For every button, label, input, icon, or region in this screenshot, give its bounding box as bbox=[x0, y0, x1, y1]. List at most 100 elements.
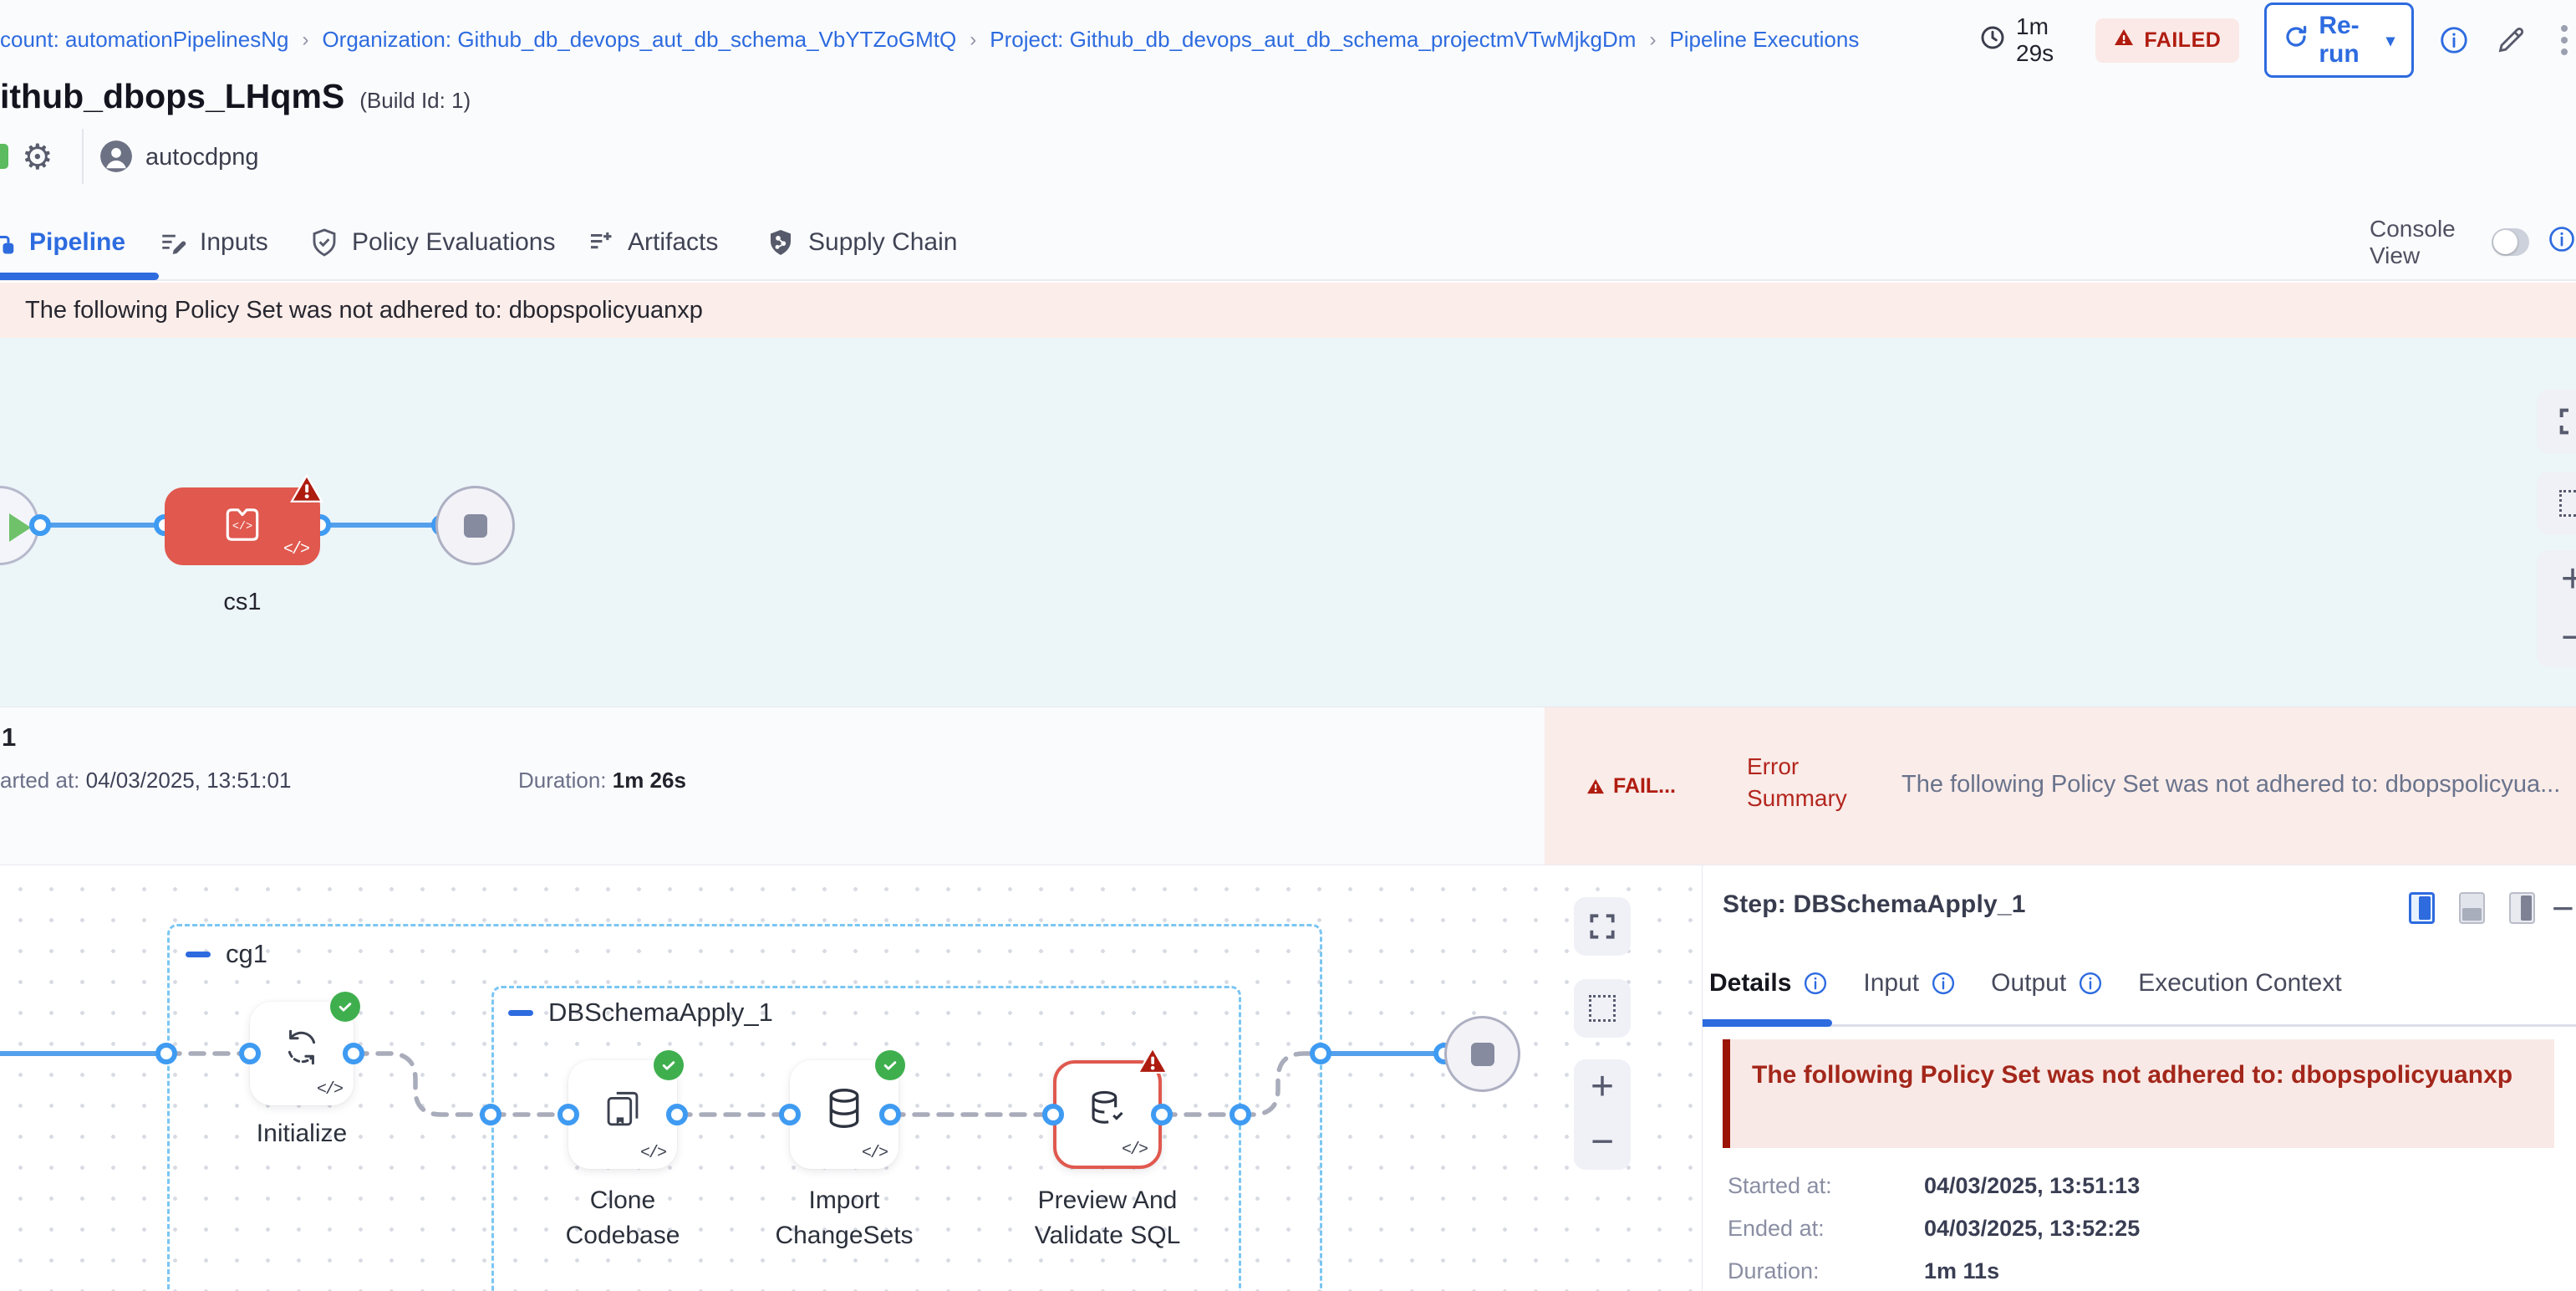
zoom-out-button[interactable]: − bbox=[2561, 618, 2576, 658]
panel-layout-switcher bbox=[2409, 892, 2535, 924]
info-icon[interactable] bbox=[1803, 971, 1828, 996]
stage-started-at: arted at: 04/03/2025, 13:51:01 bbox=[0, 768, 291, 793]
step-details-panel: Step: DBSchemaApply_1 − Details Input Ou… bbox=[1703, 865, 2576, 1291]
clone-codebase-icon bbox=[598, 1084, 647, 1136]
step-node-clone-codebase[interactable]: </> bbox=[568, 1060, 677, 1169]
field-started-at-value: 04/03/2025, 13:51:13 bbox=[1924, 1173, 2140, 1199]
step-graph-canvas[interactable]: cg1 DBSchemaApply_1 </> bbox=[0, 865, 1703, 1291]
build-id: (Build Id: 1) bbox=[359, 88, 471, 114]
gear-icon[interactable]: ⚙ bbox=[22, 134, 53, 181]
step-group-dbschemaapply-header: DBSchemaApply_1 bbox=[508, 998, 773, 1028]
active-tab-indicator bbox=[0, 273, 159, 280]
layout-sidebar-icon[interactable] bbox=[2509, 892, 2535, 924]
clock-icon bbox=[1979, 24, 2006, 57]
tab-pipeline[interactable]: Pipeline bbox=[0, 205, 125, 279]
stage-graph-canvas[interactable]: </> </> cs1 + − bbox=[0, 338, 2576, 707]
console-view-toggle[interactable] bbox=[2492, 228, 2529, 256]
tab-supply-chain-label: Supply Chain bbox=[808, 228, 957, 257]
code-glyph: </> bbox=[317, 1080, 342, 1100]
tab-output[interactable]: Output bbox=[1991, 969, 2103, 998]
stop-icon bbox=[464, 514, 487, 538]
step-group-dbschemaapply-label[interactable]: DBSchemaApply_1 bbox=[548, 998, 773, 1028]
database-icon bbox=[820, 1084, 868, 1136]
tab-inputs[interactable]: Inputs bbox=[159, 205, 268, 279]
info-icon[interactable] bbox=[2439, 25, 2469, 55]
step-node-initialize[interactable]: </> bbox=[250, 1002, 354, 1105]
node-port bbox=[879, 1104, 901, 1125]
tab-output-label: Output bbox=[1991, 969, 2066, 998]
user-avatar bbox=[100, 140, 132, 172]
fullscreen-icon bbox=[2556, 405, 2576, 438]
app-header: count: automationPipelinesNg › Organizat… bbox=[0, 0, 2576, 281]
collapse-icon[interactable] bbox=[508, 1010, 533, 1016]
divider bbox=[82, 129, 84, 184]
failure-badge-icon bbox=[1137, 1047, 1168, 1079]
info-icon[interactable] bbox=[1931, 971, 1956, 996]
tab-supply-chain[interactable]: Supply Chain bbox=[766, 205, 957, 279]
code-glyph: </> bbox=[1122, 1140, 1147, 1160]
tab-execution-context[interactable]: Execution Context bbox=[2138, 969, 2341, 998]
step-group-cg1-label[interactable]: cg1 bbox=[226, 939, 267, 969]
stage-node-cs1[interactable]: </> </> bbox=[165, 487, 320, 565]
info-icon[interactable] bbox=[2078, 971, 2103, 996]
breadcrumb-organization[interactable]: Organization: Github_db_devops_aut_db_sc… bbox=[322, 27, 956, 53]
minimize-panel-button[interactable]: − bbox=[2552, 885, 2574, 931]
zoom-in-button[interactable]: + bbox=[1591, 1067, 1614, 1107]
node-port bbox=[155, 1043, 177, 1064]
info-icon[interactable] bbox=[2548, 225, 2576, 259]
custom-stage-icon: </> bbox=[221, 503, 263, 549]
tab-pipeline-label: Pipeline bbox=[29, 228, 125, 257]
error-summary-label: Error Summary bbox=[1747, 751, 1872, 814]
tab-policy-evaluations-label: Policy Evaluations bbox=[352, 228, 555, 257]
step-node-preview-validate-sql[interactable]: </> bbox=[1053, 1060, 1162, 1169]
status-badge-label: FAILED bbox=[2144, 28, 2221, 53]
more-options-icon[interactable] bbox=[2553, 22, 2576, 59]
field-ended-at-value: 04/03/2025, 13:52:25 bbox=[1924, 1216, 2140, 1242]
tab-policy-evaluations[interactable]: Policy Evaluations bbox=[309, 205, 555, 279]
tab-inputs-label: Inputs bbox=[200, 228, 268, 257]
marquee-select-button[interactable] bbox=[2537, 472, 2576, 535]
tab-input[interactable]: Input bbox=[1863, 969, 1956, 998]
step-label-preview-validate-sql: Preview And Validate SQL bbox=[1016, 1183, 1199, 1253]
layout-right-panel-icon[interactable] bbox=[2409, 892, 2435, 924]
breadcrumb-account[interactable]: count: automationPipelinesNg bbox=[0, 27, 288, 53]
node-port bbox=[666, 1104, 688, 1125]
policy-violation-banner: The following Policy Set was not adhered… bbox=[0, 283, 2576, 338]
code-glyph: </> bbox=[283, 540, 308, 559]
stage-node-label: cs1 bbox=[165, 589, 320, 616]
fullscreen-button[interactable] bbox=[2537, 390, 2576, 453]
status-badge: FAILED bbox=[2095, 18, 2239, 63]
page-title: ithub_dbops_LHqmS (Build Id: 1) bbox=[0, 77, 471, 116]
edit-pipeline-icon[interactable] bbox=[2494, 23, 2528, 57]
zoom-out-button[interactable]: − bbox=[1591, 1122, 1614, 1162]
field-ended-at: Ended at: 04/03/2025, 13:52:25 bbox=[1728, 1216, 1825, 1242]
breadcrumb-separator-icon: › bbox=[302, 28, 308, 52]
panel-tabs-divider bbox=[1703, 1024, 2576, 1027]
tab-artifacts[interactable]: Artifacts bbox=[587, 205, 718, 279]
fullscreen-button[interactable] bbox=[1574, 897, 1631, 956]
node-port bbox=[1310, 1043, 1331, 1064]
tab-artifacts-label: Artifacts bbox=[628, 228, 718, 257]
refresh-icon bbox=[2283, 24, 2309, 56]
started-value: 04/03/2025, 13:51:01 bbox=[86, 768, 292, 793]
rerun-button[interactable]: Re-run ▾ bbox=[2264, 3, 2414, 78]
elapsed-time-value: 1m 29s bbox=[2016, 13, 2070, 67]
node-port bbox=[343, 1043, 364, 1064]
marquee-select-button[interactable] bbox=[1574, 979, 1631, 1038]
chevron-down-icon: ▾ bbox=[2386, 30, 2395, 51]
layout-bottom-panel-icon[interactable] bbox=[2459, 892, 2485, 924]
breadcrumb-project[interactable]: Project: Github_db_devops_aut_db_schema_… bbox=[990, 27, 1636, 53]
node-port bbox=[239, 1043, 261, 1064]
console-view-control: Console View bbox=[2370, 205, 2576, 279]
node-port bbox=[557, 1104, 579, 1125]
zoom-in-button[interactable]: + bbox=[2561, 559, 2576, 600]
shield-check-icon bbox=[309, 227, 339, 258]
execution-tab-bar: Pipeline Inputs Policy Evaluations Artif… bbox=[0, 205, 2576, 279]
execution-title: ithub_dbops_LHqmS bbox=[0, 77, 344, 116]
field-ended-at-label: Ended at: bbox=[1728, 1216, 1825, 1241]
breadcrumb-pipeline-executions[interactable]: Pipeline Executions bbox=[1669, 27, 1859, 53]
collapse-icon[interactable] bbox=[186, 952, 211, 957]
tab-details[interactable]: Details bbox=[1709, 969, 1828, 998]
field-duration-label: Duration: bbox=[1728, 1258, 1820, 1283]
duration-value: 1m 26s bbox=[613, 768, 686, 793]
